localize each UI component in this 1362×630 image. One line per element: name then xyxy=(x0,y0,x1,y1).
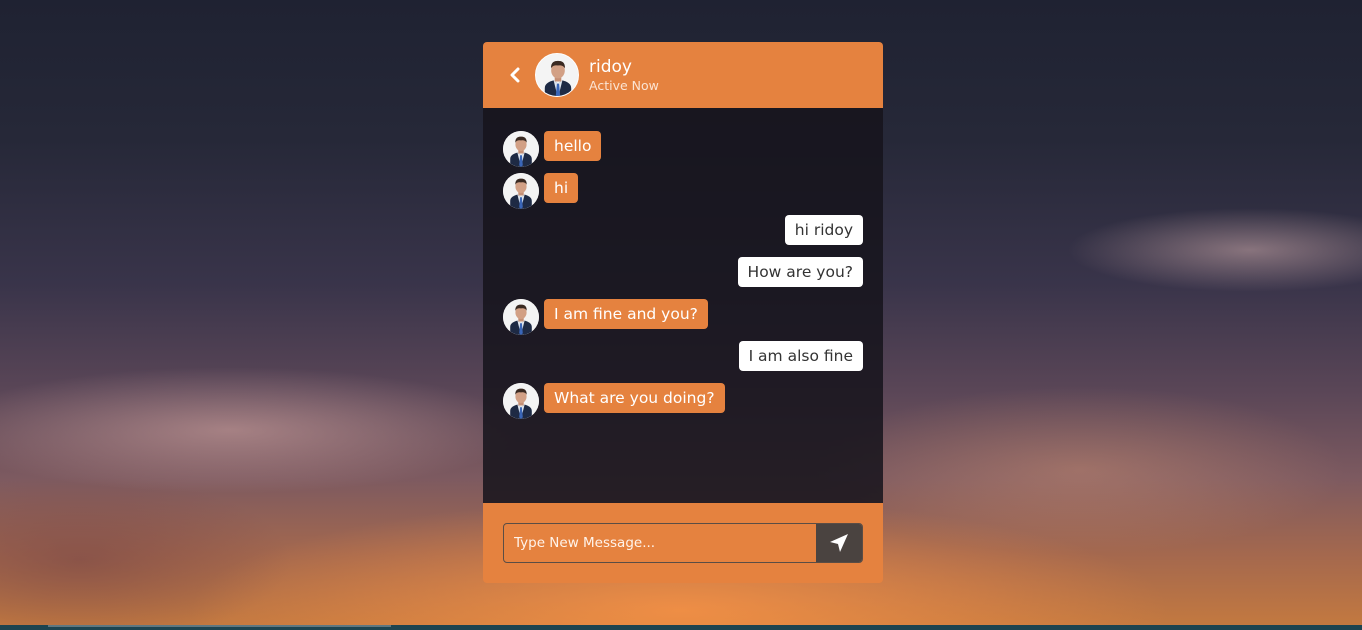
back-button[interactable] xyxy=(507,66,523,84)
message-input[interactable] xyxy=(504,524,816,562)
chat-window: ridoy Active Now hello hi hi ridoy How a… xyxy=(483,42,883,583)
message-outgoing: hi ridoy xyxy=(503,214,863,246)
message-outgoing: I am also fine xyxy=(503,340,863,372)
message-composer xyxy=(483,503,883,583)
message-incoming: I am fine and you? xyxy=(503,298,863,335)
send-button[interactable] xyxy=(816,524,862,562)
message-list: hello hi hi ridoy How are you? I am fine… xyxy=(483,108,883,503)
contact-avatar[interactable] xyxy=(535,53,579,97)
message-bubble: I am also fine xyxy=(738,341,863,371)
message-bubble: hello xyxy=(544,131,602,161)
paper-plane-icon xyxy=(829,533,849,553)
composer-input-group xyxy=(503,523,863,563)
message-bubble: hi ridoy xyxy=(784,215,863,245)
message-incoming: hello xyxy=(503,130,863,167)
contact-info: ridoy Active Now xyxy=(589,57,659,94)
message-outgoing: How are you? xyxy=(503,256,863,288)
contact-status: Active Now xyxy=(589,77,659,93)
message-bubble: hi xyxy=(544,173,579,203)
sender-avatar xyxy=(503,173,539,209)
contact-name: ridoy xyxy=(589,56,632,77)
message-bubble: How are you? xyxy=(737,257,863,287)
chevron-left-icon xyxy=(509,67,521,83)
sender-avatar xyxy=(503,299,539,335)
chat-header: ridoy Active Now xyxy=(483,42,883,108)
bottom-bar xyxy=(0,625,1362,630)
sender-avatar xyxy=(503,383,539,419)
message-incoming: What are you doing? xyxy=(503,382,863,419)
message-bubble: I am fine and you? xyxy=(544,299,708,329)
sender-avatar xyxy=(503,131,539,167)
bottom-bar-highlight xyxy=(48,625,391,627)
message-bubble: What are you doing? xyxy=(544,383,725,413)
message-incoming: hi xyxy=(503,172,863,209)
